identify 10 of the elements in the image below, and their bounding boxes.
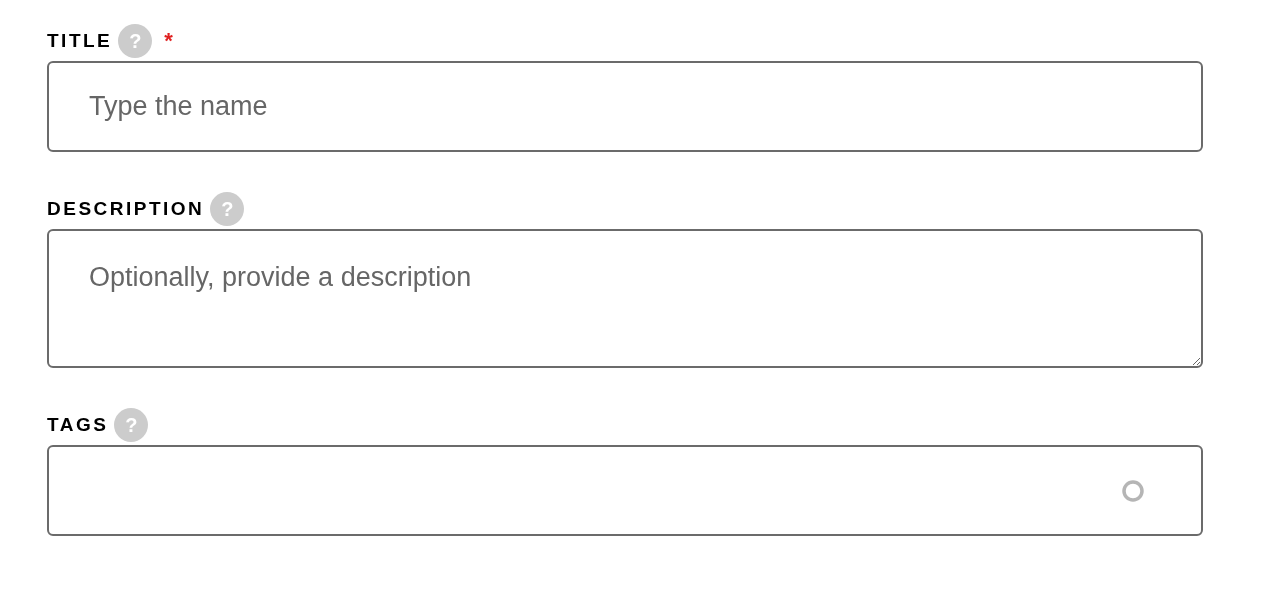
field-label: TAGS — [47, 412, 109, 437]
help-icon[interactable]: ? — [114, 408, 149, 442]
tags-field[interactable] — [47, 445, 1203, 536]
field-label: TITLE — [47, 28, 113, 53]
help-icon[interactable]: ? — [118, 24, 153, 58]
title-field[interactable]: Type the name — [47, 61, 1203, 152]
help-icon[interactable]: ? — [210, 192, 245, 226]
field-label: DESCRIPTION — [47, 196, 205, 221]
description-field[interactable]: Optionally, provide a description — [47, 229, 1203, 368]
required-mark: * — [164, 27, 173, 55]
